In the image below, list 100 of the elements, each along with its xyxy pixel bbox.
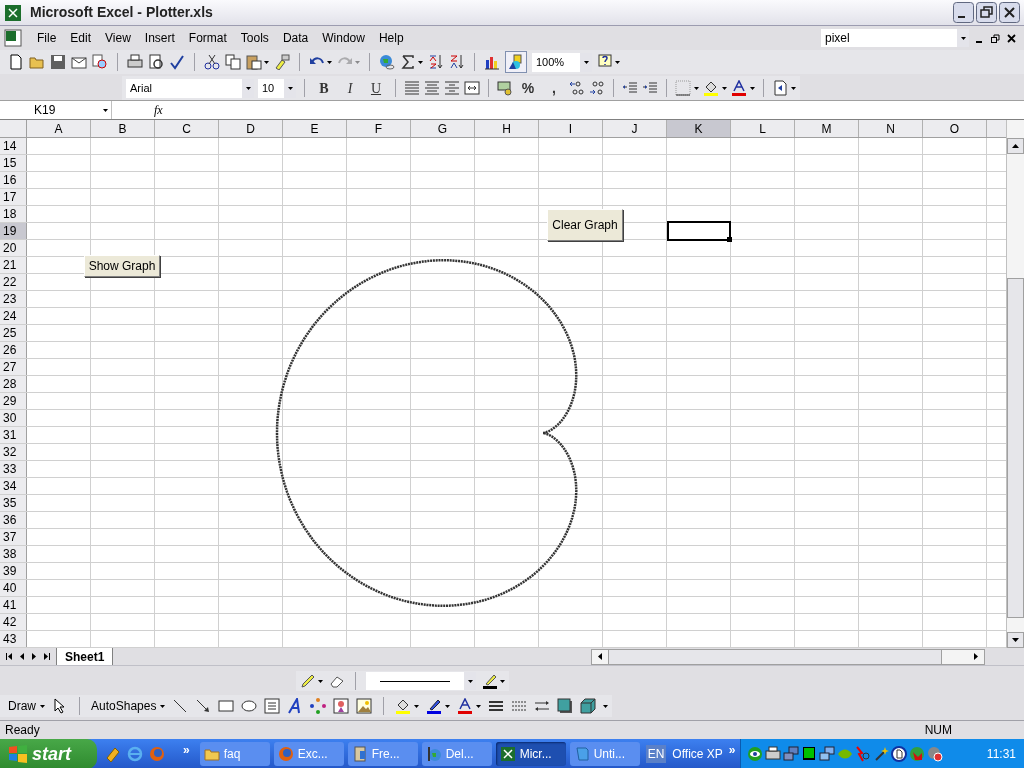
dropdown-arrow-icon[interactable] <box>750 86 755 90</box>
column-header[interactable]: O <box>923 120 987 137</box>
dropdown-arrow-icon[interactable] <box>500 679 505 683</box>
dropdown-arrow-icon[interactable] <box>287 86 293 90</box>
globe-icon[interactable] <box>425 746 442 762</box>
font-name-combo[interactable]: Arial <box>126 78 254 98</box>
pen-color-icon[interactable] <box>482 673 498 689</box>
font-color-icon[interactable] <box>731 80 747 96</box>
row-header[interactable]: 37 <box>0 529 27 545</box>
column-header[interactable]: I <box>539 120 603 137</box>
sort-ascending-icon[interactable] <box>428 54 444 70</box>
pen-icon[interactable] <box>300 673 316 689</box>
column-header[interactable]: E <box>283 120 347 137</box>
next-sheet-icon[interactable] <box>32 653 36 660</box>
column-header[interactable]: F <box>347 120 411 137</box>
column-header[interactable]: L <box>731 120 795 137</box>
comma-style-button[interactable]: , <box>543 78 565 98</box>
format-painter-icon[interactable] <box>274 54 290 70</box>
shadow-icon[interactable] <box>557 698 574 714</box>
clip-art-icon[interactable] <box>333 698 350 714</box>
dropdown-arrow-icon[interactable] <box>318 679 323 683</box>
menu-item[interactable]: View <box>98 29 138 47</box>
row-header[interactable]: 41 <box>0 597 27 613</box>
cut-icon[interactable] <box>204 54 220 70</box>
fill-color-icon[interactable] <box>703 80 719 96</box>
print-icon[interactable] <box>127 54 143 70</box>
menu-item[interactable]: Tools <box>233 29 276 47</box>
dash-style-icon[interactable] <box>511 698 528 714</box>
row-header[interactable]: 26 <box>0 342 27 358</box>
magnifier-icon[interactable] <box>92 54 108 70</box>
row-header[interactable]: 34 <box>0 478 27 494</box>
arrow-icon[interactable] <box>195 698 212 714</box>
bold-button[interactable]: B <box>313 78 335 98</box>
row-header[interactable]: 29 <box>0 393 27 409</box>
column-header[interactable]: G <box>411 120 475 137</box>
hyperlink-globe-icon[interactable] <box>379 54 395 70</box>
dropdown-arrow-icon[interactable] <box>467 679 473 683</box>
open-folder-icon[interactable] <box>29 54 45 70</box>
column-header[interactable]: C <box>155 120 219 137</box>
menu-item[interactable]: File <box>30 29 64 47</box>
printer-icon[interactable] <box>764 746 781 762</box>
font-color-icon[interactable] <box>457 698 474 714</box>
menu-item[interactable]: Help <box>371 29 411 47</box>
restore-icon[interactable] <box>976 2 997 23</box>
align-center-icon[interactable] <box>424 80 440 96</box>
row-header[interactable]: 27 <box>0 359 27 375</box>
scroll-right-icon[interactable] <box>974 653 979 660</box>
line-style-combo[interactable] <box>366 672 476 690</box>
scroll-left-icon[interactable] <box>598 653 603 660</box>
scroll-down-icon[interactable] <box>1012 638 1019 642</box>
row-header[interactable]: 42 <box>0 614 27 630</box>
dropdown-arrow-icon[interactable] <box>264 60 269 64</box>
column-header[interactable]: A <box>27 120 91 137</box>
percent-style-button[interactable]: % <box>517 78 539 98</box>
menu-item[interactable]: Format <box>181 29 234 47</box>
row-header[interactable]: 21 <box>0 257 27 273</box>
row-header[interactable]: 36 <box>0 512 27 528</box>
taskbar-button[interactable]: Micr... <box>495 742 566 766</box>
row-header[interactable]: 24 <box>0 308 27 324</box>
align-left-icon[interactable] <box>404 80 420 96</box>
line-weight-icon[interactable] <box>488 698 505 714</box>
row-header[interactable]: 33 <box>0 461 27 477</box>
blocked-icon[interactable] <box>926 746 943 762</box>
close-icon[interactable] <box>999 2 1020 23</box>
toolbar-chevron[interactable]: » <box>728 741 736 759</box>
menu-item[interactable]: Insert <box>137 29 182 47</box>
copy-icon[interactable] <box>225 54 241 70</box>
close-icon[interactable] <box>1007 33 1016 43</box>
menu-item[interactable]: Data <box>275 29 316 47</box>
dropdown-arrow-icon[interactable] <box>445 704 451 708</box>
increase-indent-icon[interactable] <box>642 80 658 96</box>
row-header[interactable]: 15 <box>0 155 27 171</box>
dropdown-arrow-icon[interactable] <box>603 704 609 708</box>
zoom-combo[interactable]: 100% <box>532 52 592 72</box>
column-header[interactable]: M <box>795 120 859 137</box>
row-header[interactable]: 22 <box>0 274 27 290</box>
row-header[interactable]: 23 <box>0 291 27 307</box>
minimize-icon[interactable] <box>953 2 974 23</box>
font-size-combo[interactable]: 10 <box>258 78 296 98</box>
decrease-decimal-icon[interactable] <box>589 80 605 96</box>
insert-function-button[interactable]: fx <box>154 101 163 119</box>
decrease-indent-icon[interactable] <box>622 80 638 96</box>
row-header[interactable]: 43 <box>0 631 27 647</box>
currency-icon[interactable] <box>497 80 513 96</box>
restore-icon[interactable] <box>991 33 1000 43</box>
row-header[interactable]: 35 <box>0 495 27 511</box>
menu-item[interactable]: Edit <box>63 29 99 47</box>
diagram-icon[interactable] <box>310 698 327 714</box>
row-header[interactable]: 32 <box>0 444 27 460</box>
row-header[interactable]: 19 <box>0 223 27 239</box>
dropdown-arrow-icon[interactable] <box>245 86 251 90</box>
column-header[interactable]: K <box>667 120 731 137</box>
line-icon[interactable] <box>172 698 189 714</box>
spelling-icon[interactable] <box>169 54 185 70</box>
cube-icon[interactable] <box>580 698 597 714</box>
row-header[interactable]: 25 <box>0 325 27 341</box>
dropdown-arrow-icon[interactable] <box>327 60 332 64</box>
row-header[interactable]: 14 <box>0 138 27 154</box>
column-header[interactable]: N <box>859 120 923 137</box>
first-sheet-icon[interactable] <box>6 653 12 660</box>
